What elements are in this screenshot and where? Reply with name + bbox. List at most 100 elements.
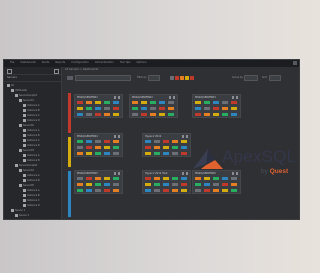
instance-card[interactable]: Hyper-V 2012 <box>142 133 191 157</box>
expand-icon[interactable] <box>113 135 116 138</box>
metric-indicator[interactable] <box>86 140 92 143</box>
settings-icon[interactable] <box>185 172 188 175</box>
metric-indicator[interactable] <box>159 107 165 110</box>
metric-indicator[interactable] <box>163 152 169 155</box>
metric-indicator[interactable] <box>181 177 187 180</box>
metric-indicator[interactable] <box>181 152 187 155</box>
metric-indicator[interactable] <box>231 189 237 192</box>
instance-card[interactable]: MSSQLSERVER04 <box>74 133 123 157</box>
metric-indicator[interactable] <box>77 113 83 116</box>
metric-indicator[interactable] <box>168 107 174 110</box>
metric-indicator[interactable] <box>172 189 178 192</box>
settings-icon[interactable] <box>117 96 120 99</box>
settings-icon[interactable] <box>185 135 188 138</box>
metric-indicator[interactable] <box>86 101 92 104</box>
metric-indicator[interactable] <box>150 113 156 116</box>
menu-item-tooltips[interactable]: Tool tips <box>120 61 131 64</box>
expand-icon[interactable] <box>181 135 184 138</box>
metric-indicator[interactable] <box>181 146 187 149</box>
metric-indicator[interactable] <box>77 107 83 110</box>
metric-indicator[interactable] <box>113 101 119 104</box>
metric-indicator[interactable] <box>222 101 228 104</box>
metric-indicator[interactable] <box>95 183 101 186</box>
filter-chip-red[interactable] <box>175 75 179 80</box>
metric-indicator[interactable] <box>95 113 101 116</box>
metric-indicator[interactable] <box>195 101 201 104</box>
metric-indicator[interactable] <box>222 189 228 192</box>
metric-indicator[interactable] <box>195 113 201 116</box>
menu-item-alerts[interactable]: Alerts <box>42 61 50 64</box>
sort-dropdown[interactable] <box>269 74 281 81</box>
instance-card[interactable]: MSSQLSERVER01 <box>74 94 123 118</box>
metric-indicator[interactable] <box>163 177 169 180</box>
menu-item-reports[interactable]: Reports <box>55 61 65 64</box>
metric-indicator[interactable] <box>150 101 156 104</box>
metric-indicator[interactable] <box>104 177 110 180</box>
metric-indicator[interactable] <box>113 183 119 186</box>
metric-indicator[interactable] <box>141 101 147 104</box>
metric-indicator[interactable] <box>222 107 228 110</box>
metric-indicator[interactable] <box>77 101 83 104</box>
metric-indicator[interactable] <box>95 152 101 155</box>
metric-indicator[interactable] <box>77 140 83 143</box>
metric-indicator[interactable] <box>77 146 83 149</box>
metric-indicator[interactable] <box>204 113 210 116</box>
instance-card[interactable]: MSSQLSERVER03 <box>192 94 241 118</box>
metric-indicator[interactable] <box>213 107 219 110</box>
metric-indicator[interactable] <box>163 146 169 149</box>
metric-indicator[interactable] <box>154 146 160 149</box>
metric-indicator[interactable] <box>231 101 237 104</box>
metric-indicator[interactable] <box>141 113 147 116</box>
filter-chip-orange[interactable] <box>180 75 184 80</box>
metric-indicator[interactable] <box>141 107 147 110</box>
expand-icon[interactable] <box>168 96 171 99</box>
metric-indicator[interactable] <box>132 101 138 104</box>
metric-indicator[interactable] <box>168 113 174 116</box>
metric-indicator[interactable] <box>104 189 110 192</box>
metric-indicator[interactable] <box>77 189 83 192</box>
metric-indicator[interactable] <box>104 101 110 104</box>
metric-indicator[interactable] <box>159 101 165 104</box>
metric-indicator[interactable] <box>104 113 110 116</box>
expand-icon[interactable] <box>181 172 184 175</box>
metric-indicator[interactable] <box>145 183 151 186</box>
settings-icon[interactable] <box>117 135 120 138</box>
metric-indicator[interactable] <box>104 146 110 149</box>
metric-indicator[interactable] <box>159 113 165 116</box>
menu-item-dashboards[interactable]: Dashboards <box>20 61 35 64</box>
metric-indicator[interactable] <box>86 146 92 149</box>
metric-indicator[interactable] <box>154 189 160 192</box>
metric-indicator[interactable] <box>113 177 119 180</box>
metric-indicator[interactable] <box>145 152 151 155</box>
settings-icon[interactable] <box>172 96 175 99</box>
metric-indicator[interactable] <box>181 140 187 143</box>
metric-indicator[interactable] <box>95 101 101 104</box>
instance-card[interactable]: MSSQLSERVER05 <box>74 170 123 194</box>
metric-indicator[interactable] <box>172 183 178 186</box>
tree-node[interactable]: Server 2 <box>4 213 61 218</box>
filter-chip-red-2[interactable] <box>190 75 194 80</box>
metric-indicator[interactable] <box>86 177 92 180</box>
metric-indicator[interactable] <box>154 152 160 155</box>
group-dropdown[interactable] <box>244 74 258 81</box>
metric-indicator[interactable] <box>213 113 219 116</box>
metric-indicator[interactable] <box>181 189 187 192</box>
metric-indicator[interactable] <box>113 140 119 143</box>
metric-indicator[interactable] <box>181 183 187 186</box>
metric-indicator[interactable] <box>145 189 151 192</box>
metric-indicator[interactable] <box>204 189 210 192</box>
filter-chip-yellow[interactable] <box>185 75 189 80</box>
filter-chip-gray[interactable] <box>170 75 174 80</box>
menu-item-file[interactable]: File <box>10 61 14 64</box>
metric-indicator[interactable] <box>113 146 119 149</box>
metric-indicator[interactable] <box>104 140 110 143</box>
metric-indicator[interactable] <box>154 183 160 186</box>
instance-card[interactable]: Hyper-V 2012 Host <box>142 170 191 194</box>
metric-indicator[interactable] <box>145 146 151 149</box>
metric-indicator[interactable] <box>172 177 178 180</box>
metric-indicator[interactable] <box>213 189 219 192</box>
settings-icon[interactable] <box>235 96 238 99</box>
metric-indicator[interactable] <box>145 140 151 143</box>
metric-indicator[interactable] <box>86 152 92 155</box>
metric-indicator[interactable] <box>86 107 92 110</box>
